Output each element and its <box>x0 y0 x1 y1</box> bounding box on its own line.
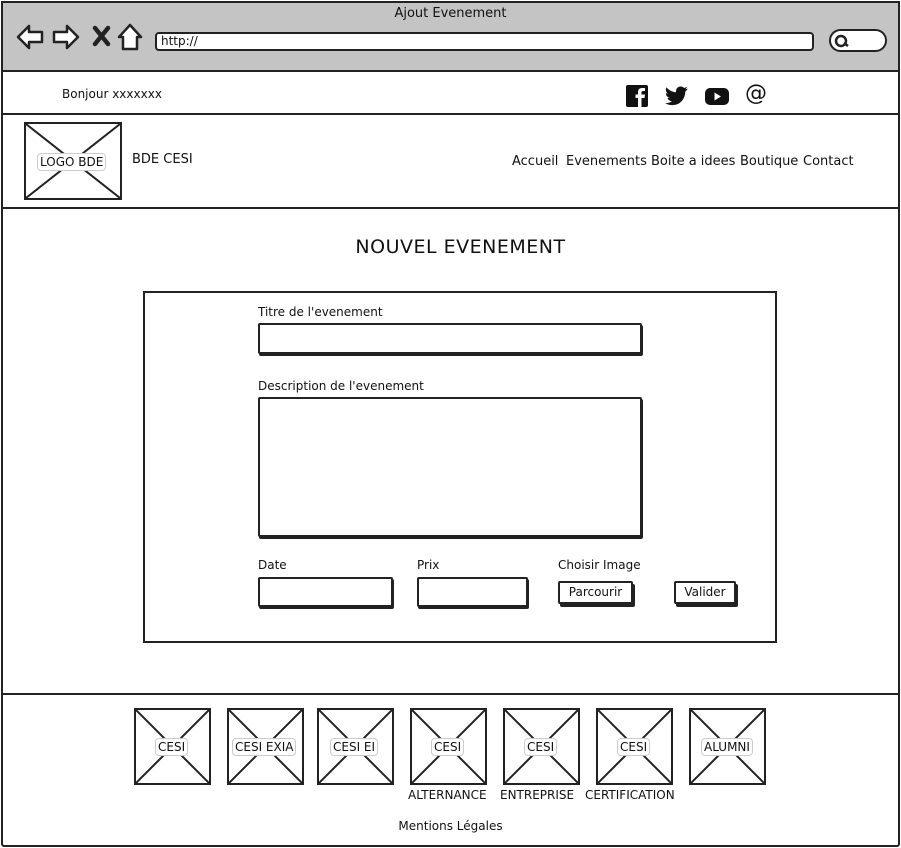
price-input[interactable] <box>417 577 528 607</box>
search-icon <box>834 34 849 48</box>
partner-sub-alternance: ALTERNANCE <box>408 788 487 802</box>
forward-icon[interactable] <box>51 22 81 52</box>
close-icon[interactable] <box>88 22 118 52</box>
date-input[interactable] <box>258 577 393 607</box>
logo-placeholder: LOGO BDE <box>24 122 122 200</box>
image-label: Choisir Image <box>558 558 641 572</box>
browse-button[interactable]: Parcourir <box>558 581 633 604</box>
title-label: Titre de l'evenement <box>258 305 383 319</box>
partner-label: CESI EI <box>330 738 379 756</box>
brand-name: BDE CESI <box>132 152 193 167</box>
legal-mentions-link[interactable]: Mentions Légales <box>0 819 901 833</box>
partner-label: CESI <box>431 738 465 756</box>
facebook-icon[interactable] <box>625 84 649 108</box>
partner-logo-cesi-ei[interactable]: CESI EI <box>317 708 394 785</box>
submit-button[interactable]: Valider <box>674 581 736 604</box>
partner-logo-cesi[interactable]: CESI <box>134 708 211 785</box>
date-label: Date <box>258 558 287 572</box>
partner-sub-certification: CERTIFICATION <box>585 788 675 802</box>
page-title: NOUVEL EVENEMENT <box>355 236 566 258</box>
partner-label: CESI EXIA <box>232 738 297 756</box>
partner-logo-cesi-certification[interactable]: CESI <box>596 708 673 785</box>
price-label: Prix <box>417 558 440 572</box>
nav-evenements[interactable]: Evenements <box>566 154 647 169</box>
twitter-icon[interactable] <box>665 84 689 108</box>
partner-label: CESI <box>155 738 189 756</box>
partner-label: ALUMNI <box>701 738 753 756</box>
partner-logo-cesi-entreprise[interactable]: CESI <box>503 708 580 785</box>
nav-boutique[interactable]: Boutique <box>740 154 798 169</box>
partner-logo-cesi-alternance[interactable]: CESI <box>410 708 487 785</box>
partner-sub-entreprise: ENTREPRISE <box>500 788 575 802</box>
description-textarea[interactable] <box>258 397 642 537</box>
partner-logo-alumni[interactable]: ALUMNI <box>689 708 766 785</box>
greeting-text: Bonjour xxxxxxx <box>62 87 162 101</box>
browser-search[interactable] <box>829 29 887 52</box>
youtube-icon[interactable] <box>704 84 729 108</box>
window-title: Ajout Evenement <box>394 6 507 21</box>
home-icon[interactable] <box>115 22 145 52</box>
partner-label: CESI <box>617 738 651 756</box>
description-label: Description de l'evenement <box>258 379 424 393</box>
back-icon[interactable] <box>15 22 45 52</box>
partner-label: CESI <box>524 738 558 756</box>
url-input[interactable]: http:// <box>155 32 814 51</box>
nav-boite-a-idees[interactable]: Boite a idees <box>651 154 735 169</box>
title-input[interactable] <box>258 323 642 354</box>
partner-logo-cesi-exia[interactable]: CESI EXIA <box>227 708 304 785</box>
at-icon[interactable]: @ <box>745 82 769 106</box>
nav-accueil[interactable]: Accueil <box>512 154 558 169</box>
logo-label: LOGO BDE <box>37 153 107 171</box>
nav-contact[interactable]: Contact <box>803 154 854 169</box>
